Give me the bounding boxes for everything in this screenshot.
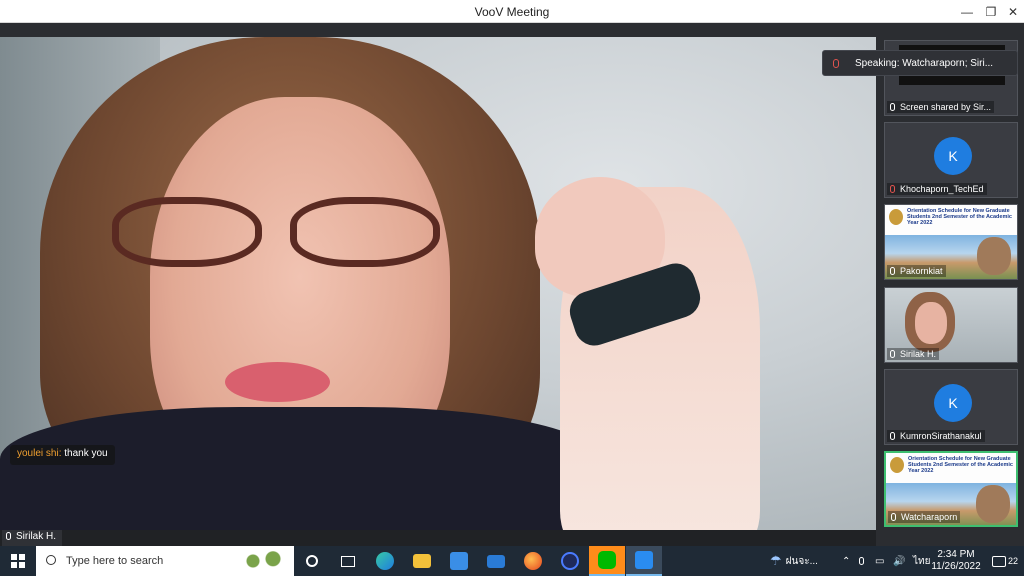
university-seal-icon	[890, 457, 904, 473]
participant-label: KumronSirathanakul	[887, 430, 985, 442]
avatar: K	[934, 384, 972, 422]
edge-icon[interactable]	[367, 546, 403, 576]
clock-date: 11/26/2022	[931, 561, 981, 572]
webex-icon[interactable]	[552, 546, 588, 576]
mic-icon	[890, 432, 895, 440]
slide-title: Orientation Schedule for New Graduate St…	[907, 208, 1012, 226]
notification-count: 22	[1008, 556, 1019, 566]
participant-sidebar: Screen shared by Sir... K Khochaporn_Tec…	[876, 23, 1024, 546]
participant-label: Screen shared by Sir...	[887, 101, 995, 113]
main-participant-tag: Sirilak H.	[2, 530, 63, 546]
taskbar-search[interactable]: Type here to search	[36, 546, 294, 576]
participant-tile-sirilak[interactable]: Sirilak H.	[884, 287, 1018, 363]
chat-bubble: youlei shi: thank you	[10, 445, 115, 465]
windows-logo-icon	[11, 554, 25, 568]
participant-tile-khochaporn[interactable]: K Khochaporn_TechEd	[884, 122, 1018, 198]
clock-time: 2:34 PM	[937, 549, 975, 560]
slide-title: Orientation Schedule for New Graduate St…	[908, 456, 1013, 474]
participant-tile-watcharaporn[interactable]: Orientation Schedule for New Graduate St…	[884, 451, 1018, 527]
mic-icon	[890, 103, 895, 111]
line-icon[interactable]	[589, 546, 625, 576]
system-clock[interactable]: 2:34 PM 11/26/2022	[928, 549, 984, 573]
participant-tile-kumron[interactable]: K KumronSirathanakul	[884, 369, 1018, 445]
mic-muted-icon	[833, 59, 839, 68]
video-person-shirt	[0, 407, 600, 530]
voov-meeting-icon[interactable]	[626, 546, 662, 576]
video-person-lips	[225, 362, 330, 402]
speaking-indicator: Speaking: Watcharaporn; Siri...	[822, 50, 1018, 76]
voov-meeting-window: VooV Meeting — ❐ ✕ youlei shi: thank you…	[0, 0, 1024, 546]
close-icon[interactable]: ✕	[1000, 0, 1024, 23]
avatar: K	[934, 137, 972, 175]
mic-icon	[890, 350, 895, 358]
title-bar: VooV Meeting — ❐ ✕	[0, 0, 1024, 23]
participant-label: Khochaporn_TechEd	[887, 183, 987, 195]
university-seal-icon	[889, 209, 903, 225]
rain-icon: ☂	[770, 553, 782, 568]
chat-sender: youlei shi:	[17, 448, 62, 459]
participant-name: Watcharaporn	[901, 512, 958, 522]
participant-name: Pakornkiat	[900, 266, 943, 276]
search-icon	[46, 555, 56, 565]
glasses-right	[290, 197, 440, 267]
window-title: VooV Meeting	[474, 5, 550, 19]
main-participant-name: Sirilak H.	[16, 531, 57, 542]
start-button[interactable]	[0, 546, 36, 576]
mic-icon	[890, 267, 895, 275]
search-placeholder: Type here to search	[66, 555, 164, 567]
cortana-icon[interactable]	[294, 546, 330, 576]
speaking-text: Speaking: Watcharaporn; Siri...	[855, 58, 994, 69]
participant-name: Sirilak H.	[900, 349, 937, 359]
participant-label: Pakornkiat	[887, 265, 946, 277]
mail-icon[interactable]	[478, 546, 514, 576]
show-hidden-icons[interactable]: ⌃	[842, 546, 850, 576]
glasses-left	[112, 197, 262, 267]
task-view-icon[interactable]	[330, 546, 366, 576]
participant-video-pip	[977, 237, 1011, 275]
bonsai-tree-icon	[238, 550, 288, 572]
main-video[interactable]: youlei shi: thank you	[0, 37, 876, 530]
mic-icon	[891, 513, 896, 521]
notification-center[interactable]: 22	[992, 546, 1018, 576]
windows-taskbar: Type here to search ☂ ฝนจะ... ⌃ ▭ 🔊 ไทย …	[0, 546, 1024, 576]
microphone-tray-icon[interactable]	[859, 546, 864, 576]
participant-label: Sirilak H.	[887, 348, 940, 360]
volume-icon[interactable]: 🔊	[893, 546, 905, 576]
network-icon[interactable]: ▭	[875, 546, 884, 576]
participant-name: KumronSirathanakul	[900, 431, 982, 441]
participant-video-pip	[976, 485, 1010, 523]
participant-tile-pakornkiat[interactable]: Orientation Schedule for New Graduate St…	[884, 204, 1018, 280]
participant-video-face	[915, 302, 947, 344]
mic-icon	[859, 557, 864, 565]
main-name-bar: Sirilak H.	[0, 530, 876, 546]
top-strip	[0, 23, 876, 37]
participant-label: Watcharaporn	[888, 511, 961, 523]
participant-name: Screen shared by Sir...	[900, 102, 992, 112]
mic-icon	[6, 532, 11, 540]
firefox-icon[interactable]	[515, 546, 551, 576]
weather-widget[interactable]: ☂ ฝนจะ...	[770, 546, 818, 576]
file-explorer-icon[interactable]	[404, 546, 440, 576]
weather-text: ฝนจะ...	[785, 555, 818, 567]
notification-icon	[992, 555, 1006, 567]
store-icon[interactable]	[441, 546, 477, 576]
minimize-icon[interactable]: —	[954, 0, 980, 23]
chat-message: thank you	[61, 448, 108, 459]
mic-muted-icon	[890, 185, 895, 193]
participant-name: Khochaporn_TechEd	[900, 184, 984, 194]
